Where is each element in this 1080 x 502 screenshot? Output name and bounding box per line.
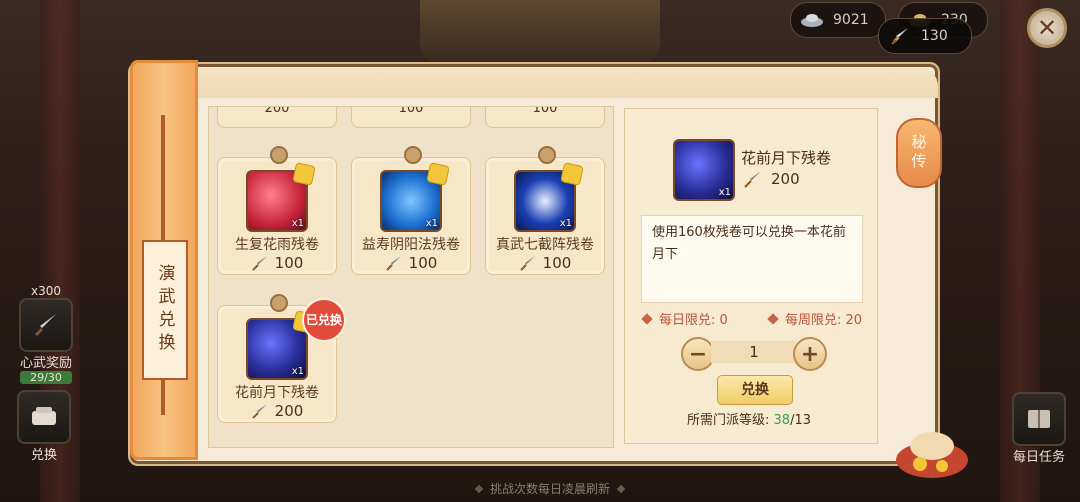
diamond-icon — [474, 484, 484, 493]
detail-title: 花前月下残卷 — [741, 149, 832, 167]
hanger-icon — [270, 146, 288, 164]
puzzle-piece-icon — [426, 162, 450, 186]
dagger-value: 130 — [921, 28, 948, 44]
silver-currency: 9021 — [790, 2, 886, 38]
requirement-label: 所需门派等级: — [687, 413, 774, 428]
exchange-label: 兑换 — [30, 448, 57, 463]
item-price-value: 100 — [274, 254, 304, 272]
item-price: 200 — [218, 402, 336, 420]
scroll-book-icon — [1012, 392, 1066, 446]
item-qty: x1 — [291, 366, 304, 377]
partial-price: 100 — [532, 106, 558, 116]
decrease-button[interactable]: − — [681, 337, 715, 371]
weekly-limit-text: 每周限兑: 20 — [785, 313, 863, 328]
diamond-icon — [641, 312, 653, 325]
item-grid[interactable]: 200 100 100 x1 生复花雨残卷 100 x1 益寿阴阳法残卷 100 — [208, 106, 614, 448]
hanger-icon — [404, 146, 422, 164]
item-qty: x1 — [425, 218, 438, 229]
hanger-icon — [538, 146, 556, 164]
item-price: 100 — [352, 254, 470, 272]
exchange-button[interactable]: 兑换 — [717, 375, 793, 405]
item-name: 花前月下残卷 — [235, 385, 319, 401]
exchange-icon — [17, 390, 71, 444]
close-button[interactable]: ✕ — [1020, 6, 1074, 50]
item-price: 100 — [486, 254, 604, 272]
item-card-selected[interactable]: x1 已兑换 花前月下残卷 200 — [217, 294, 346, 423]
heart-martial-reward[interactable]: x300 心武奖励 29/30 — [6, 284, 86, 384]
side-tab: 演武兑换 — [130, 60, 198, 460]
daily-task-shortcut[interactable]: 每日任务 — [1006, 392, 1072, 465]
item-card[interactable]: x1 生复花雨残卷 100 — [217, 146, 337, 275]
dagger-token-icon — [887, 26, 913, 46]
detail-cost-value: 200 — [771, 170, 800, 188]
detail-qty: x1 — [718, 187, 731, 198]
daily-task-label: 每日任务 — [1012, 450, 1065, 465]
dagger-token-icon — [519, 256, 535, 271]
item-price-value: 100 — [408, 254, 438, 272]
reward-label: 心武奖励 — [19, 356, 72, 371]
item-price-value: 100 — [542, 254, 572, 272]
item-qty: x1 — [559, 218, 572, 229]
item-name: 益寿阴阳法残卷 — [362, 237, 460, 253]
partial-price: 100 — [398, 106, 424, 116]
item-card[interactable]: x1 真武七截阵残卷 100 — [485, 146, 605, 275]
partial-price: 200 — [264, 106, 290, 116]
hanger-icon — [270, 294, 288, 312]
treasure-bag-icon — [890, 420, 974, 480]
dagger-token-icon — [251, 256, 267, 271]
item-price: 100 — [218, 254, 336, 272]
item-card[interactable]: x1 益寿阴阳法残卷 100 — [351, 146, 471, 275]
item-detail-panel: x1 花前月下残卷 200 使用160枚残卷可以兑换一本花前月下 每日限兑: 0… — [624, 108, 878, 444]
reward-count: x300 — [30, 284, 61, 298]
close-icon: ✕ — [1027, 8, 1067, 48]
puzzle-piece-icon — [292, 162, 316, 186]
item-name: 生复花雨残卷 — [235, 237, 319, 253]
weekly-limit: 每周限兑: 20 — [767, 309, 863, 328]
secret-lantern[interactable]: 秘传 — [896, 118, 942, 188]
silver-ingot-icon — [799, 10, 825, 30]
exchange-shortcut[interactable]: 兑换 — [14, 390, 74, 463]
daily-limit: 每日限兑: 0 — [641, 309, 728, 328]
sword-reward-icon — [19, 298, 73, 352]
item-card-partial[interactable]: 100 — [485, 107, 605, 128]
quantity-value[interactable]: 1 — [711, 341, 797, 363]
item-card-partial[interactable]: 200 — [217, 107, 337, 128]
reward-progress: 29/30 — [20, 371, 72, 384]
scroll-top-frame — [188, 68, 938, 98]
diamond-icon — [616, 484, 626, 493]
quantity-stepper: − 1 + — [681, 337, 827, 371]
detail-cost: 200 — [743, 169, 800, 189]
item-qty: x1 — [291, 218, 304, 229]
minus-icon: − — [688, 341, 708, 367]
moonlit-blade-scroll-icon: x1 — [673, 139, 735, 201]
diamond-icon — [767, 312, 779, 325]
item-price-value: 200 — [274, 402, 304, 420]
top-banner — [420, 0, 660, 64]
requirement: 所需门派等级: 38/13 — [687, 409, 811, 428]
tab-martial-exchange[interactable]: 演武兑换 — [142, 240, 188, 380]
dagger-currency: 130 — [878, 18, 972, 54]
dagger-token-icon — [385, 256, 401, 271]
footer-text: 挑战次数每日凌晨刷新 — [490, 482, 611, 496]
daily-limit-text: 每日限兑: 0 — [659, 313, 728, 328]
dagger-token-icon — [744, 171, 761, 188]
footer-note: 挑战次数每日凌晨刷新 — [468, 480, 632, 497]
increase-button[interactable]: + — [793, 337, 827, 371]
detail-description: 使用160枚残卷可以兑换一本花前月下 — [641, 215, 863, 303]
puzzle-piece-icon — [560, 162, 584, 186]
requirement-total: /13 — [790, 413, 811, 428]
requirement-current: 38 — [773, 413, 791, 428]
item-name: 真武七截阵残卷 — [496, 237, 594, 253]
item-card-partial[interactable]: 100 — [351, 107, 471, 128]
dagger-token-icon — [251, 404, 267, 419]
exchanged-stamp: 已兑换 — [302, 298, 346, 342]
plus-icon: + — [800, 341, 820, 367]
silver-value: 9021 — [833, 12, 869, 28]
